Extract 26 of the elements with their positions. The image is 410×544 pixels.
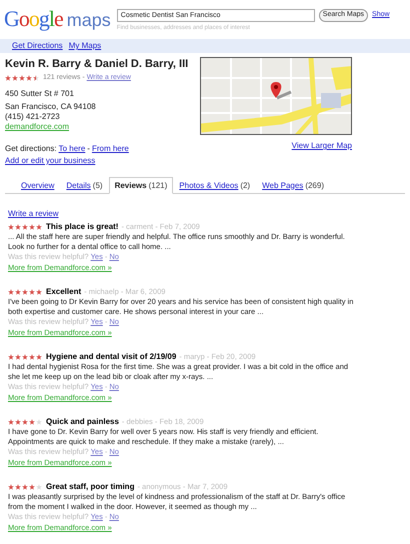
phone-number: (415) 421-2723	[5, 112, 61, 122]
directions-label: Get directions:	[5, 144, 57, 154]
product-name: maps	[66, 9, 111, 32]
logo-wordmark: Google	[4, 6, 63, 32]
nav-link[interactable]: My Maps	[68, 40, 102, 52]
to-here-link[interactable]: To here	[58, 144, 86, 154]
tab[interactable]: Web Pages (269)	[256, 178, 330, 193]
review-title: Hygiene and dental visit of 2/19/09	[46, 352, 176, 362]
review-title: This place is great!	[46, 222, 118, 232]
separator: -	[87, 144, 90, 154]
tab[interactable]: Overview	[15, 178, 60, 193]
review-title: Excellent	[46, 287, 82, 297]
review-title: Great staff, poor timing	[46, 482, 134, 492]
business-name: Kevin R. Barry & Daniel D. Barry, III	[5, 57, 190, 72]
tab[interactable]: Details (5)	[60, 178, 109, 193]
nav-link[interactable]: Get Directions	[12, 40, 63, 52]
edit-business-link[interactable]: Add or edit your business	[5, 156, 96, 166]
address-line: San Francisco, CA 94108	[5, 102, 97, 112]
review-title: Quick and painless	[46, 417, 119, 427]
address-line: 450 Sutter St # 701	[5, 89, 75, 99]
write-review-link[interactable]: Write a review	[8, 209, 59, 219]
view-larger-map-link[interactable]: View Larger Map	[292, 140, 352, 152]
website-link[interactable]: demandforce.com	[5, 122, 70, 132]
tab[interactable]: Photos & Videos (2)	[173, 178, 256, 193]
from-here-link[interactable]: From here	[92, 144, 129, 154]
tab[interactable]: Reviews (121)	[108, 177, 174, 194]
